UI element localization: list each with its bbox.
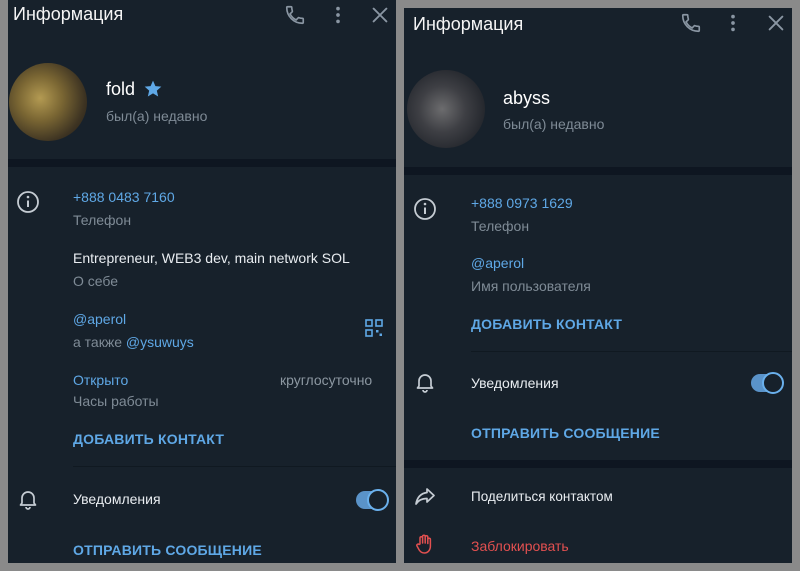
bell-icon xyxy=(416,374,434,393)
username-link[interactable]: @aperol xyxy=(471,255,524,271)
section-separator xyxy=(404,460,792,468)
add-contact-button[interactable]: ДОБАВИТЬ КОНТАКТ xyxy=(73,431,224,447)
panel-header: Информация xyxy=(404,8,792,48)
notifications-toggle[interactable] xyxy=(356,489,389,511)
toggle-knob xyxy=(367,489,389,511)
notifications-toggle[interactable] xyxy=(751,372,784,394)
section-separator xyxy=(8,159,396,167)
notifications-label: Уведомления xyxy=(73,491,161,507)
profile-panel-left: Информация fold был(а) недавно +888 0483… xyxy=(8,0,396,563)
more-menu-icon[interactable] xyxy=(722,12,744,34)
business-hours-detail: круглосуточно xyxy=(280,372,373,388)
more-menu-icon[interactable] xyxy=(327,4,349,26)
send-message-button[interactable]: ОТПРАВИТЬ СООБЩЕНИЕ xyxy=(471,425,660,441)
alt-username-line: а также @ysuwuys xyxy=(73,334,194,350)
block-user-item[interactable]: Заблокировать xyxy=(471,538,569,554)
close-icon[interactable] xyxy=(369,4,391,26)
last-seen-status: был(а) недавно xyxy=(503,116,605,132)
alt-username-prefix: а также xyxy=(73,334,122,350)
qr-code-icon[interactable] xyxy=(364,318,384,338)
phone-number[interactable]: +888 0483 7160 xyxy=(73,189,175,205)
last-seen-status: был(а) недавно xyxy=(106,108,208,124)
avatar[interactable] xyxy=(9,63,87,141)
alt-username-link[interactable]: @ysuwuys xyxy=(126,334,194,350)
premium-star-icon[interactable] xyxy=(143,79,163,99)
add-contact-button[interactable]: ДОБАВИТЬ КОНТАКТ xyxy=(471,316,622,332)
profile-name: fold xyxy=(106,79,136,99)
section-separator xyxy=(404,167,792,175)
share-icon xyxy=(415,488,435,505)
bio-text: Entrepreneur, WEB3 dev, main network SOL xyxy=(73,250,350,266)
phone-label: Телефон xyxy=(73,212,132,228)
profile-panel-right: Информация abyss был(а) недавно +888 097… xyxy=(404,8,792,563)
business-hours-label: Часы работы xyxy=(73,393,159,409)
phone-label: Телефон xyxy=(471,218,530,234)
info-icon xyxy=(414,198,436,220)
username-link[interactable]: @aperol xyxy=(73,311,126,327)
close-icon[interactable] xyxy=(765,12,787,34)
phone-number[interactable]: +888 0973 1629 xyxy=(471,195,573,211)
send-message-button[interactable]: ОТПРАВИТЬ СООБЩЕНИЕ xyxy=(73,542,262,558)
divider xyxy=(73,466,396,467)
panel-header: Информация xyxy=(8,0,396,40)
panel-title: Информация xyxy=(13,4,124,24)
toggle-knob xyxy=(762,372,784,394)
share-contact-item[interactable]: Поделиться контактом xyxy=(471,489,613,504)
bell-icon xyxy=(19,491,37,510)
avatar[interactable] xyxy=(407,70,485,148)
phone-call-icon[interactable] xyxy=(284,4,306,26)
block-hand-icon xyxy=(416,534,432,554)
profile-name: abyss xyxy=(503,88,551,108)
business-hours-status[interactable]: Открыто xyxy=(73,372,128,388)
notifications-label: Уведомления xyxy=(471,375,559,391)
phone-call-icon[interactable] xyxy=(680,12,702,34)
divider xyxy=(471,351,792,352)
bio-label: О себе xyxy=(73,273,119,289)
username-label: Имя пользователя xyxy=(471,278,591,294)
info-icon xyxy=(17,191,39,213)
panel-title: Информация xyxy=(413,14,524,34)
